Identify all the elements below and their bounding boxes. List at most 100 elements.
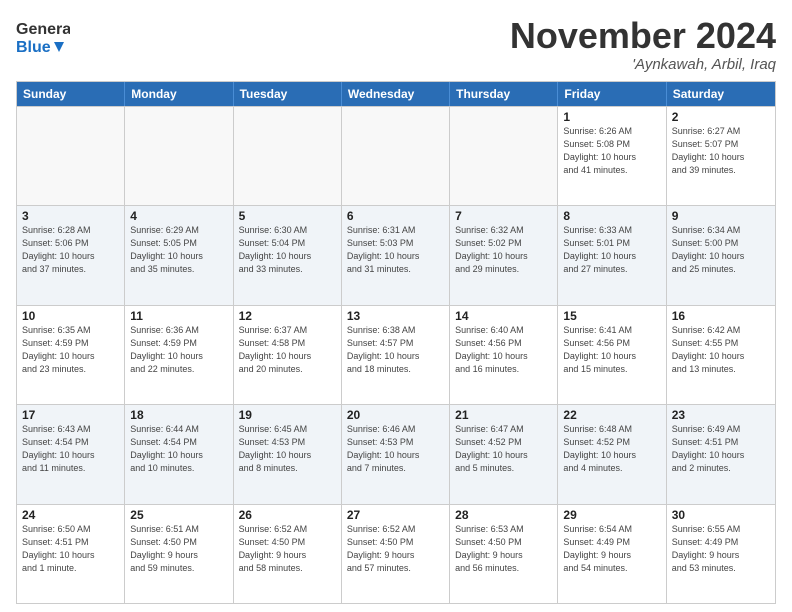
day-number: 2 (672, 110, 770, 124)
day-number: 24 (22, 508, 119, 522)
day-info: Sunrise: 6:53 AM Sunset: 4:50 PM Dayligh… (455, 523, 552, 575)
day-info: Sunrise: 6:29 AM Sunset: 5:05 PM Dayligh… (130, 224, 227, 276)
day-number: 29 (563, 508, 660, 522)
location: 'Aynkawah, Arbil, Iraq (510, 56, 776, 73)
day-info: Sunrise: 6:40 AM Sunset: 4:56 PM Dayligh… (455, 324, 552, 376)
table-row: 12Sunrise: 6:37 AM Sunset: 4:58 PM Dayli… (234, 306, 342, 404)
svg-text:General: General (16, 21, 70, 38)
day-number: 26 (239, 508, 336, 522)
day-number: 10 (22, 309, 119, 323)
header-thursday: Thursday (450, 82, 558, 106)
table-row (342, 107, 450, 205)
header-friday: Friday (558, 82, 666, 106)
day-info: Sunrise: 6:34 AM Sunset: 5:00 PM Dayligh… (672, 224, 770, 276)
table-row: 7Sunrise: 6:32 AM Sunset: 5:02 PM Daylig… (450, 206, 558, 304)
day-info: Sunrise: 6:52 AM Sunset: 4:50 PM Dayligh… (347, 523, 444, 575)
header: General Blue November 2024 'Aynkawah, Ar… (16, 16, 776, 73)
day-number: 28 (455, 508, 552, 522)
table-row: 19Sunrise: 6:45 AM Sunset: 4:53 PM Dayli… (234, 405, 342, 503)
day-info: Sunrise: 6:55 AM Sunset: 4:49 PM Dayligh… (672, 523, 770, 575)
table-row: 3Sunrise: 6:28 AM Sunset: 5:06 PM Daylig… (17, 206, 125, 304)
table-row: 9Sunrise: 6:34 AM Sunset: 5:00 PM Daylig… (667, 206, 775, 304)
table-row: 15Sunrise: 6:41 AM Sunset: 4:56 PM Dayli… (558, 306, 666, 404)
day-number: 22 (563, 408, 660, 422)
table-row: 25Sunrise: 6:51 AM Sunset: 4:50 PM Dayli… (125, 505, 233, 603)
day-info: Sunrise: 6:46 AM Sunset: 4:53 PM Dayligh… (347, 423, 444, 475)
calendar: Sunday Monday Tuesday Wednesday Thursday… (16, 81, 776, 604)
table-row (450, 107, 558, 205)
table-row: 22Sunrise: 6:48 AM Sunset: 4:52 PM Dayli… (558, 405, 666, 503)
table-row: 26Sunrise: 6:52 AM Sunset: 4:50 PM Dayli… (234, 505, 342, 603)
day-number: 27 (347, 508, 444, 522)
header-saturday: Saturday (667, 82, 775, 106)
day-info: Sunrise: 6:35 AM Sunset: 4:59 PM Dayligh… (22, 324, 119, 376)
logo: General Blue (16, 16, 70, 60)
table-row: 1Sunrise: 6:26 AM Sunset: 5:08 PM Daylig… (558, 107, 666, 205)
title-block: November 2024 'Aynkawah, Arbil, Iraq (510, 16, 776, 73)
cal-row-3: 10Sunrise: 6:35 AM Sunset: 4:59 PM Dayli… (17, 305, 775, 404)
table-row: 5Sunrise: 6:30 AM Sunset: 5:04 PM Daylig… (234, 206, 342, 304)
day-number: 17 (22, 408, 119, 422)
header-monday: Monday (125, 82, 233, 106)
table-row (234, 107, 342, 205)
day-info: Sunrise: 6:32 AM Sunset: 5:02 PM Dayligh… (455, 224, 552, 276)
table-row: 21Sunrise: 6:47 AM Sunset: 4:52 PM Dayli… (450, 405, 558, 503)
day-info: Sunrise: 6:27 AM Sunset: 5:07 PM Dayligh… (672, 125, 770, 177)
day-info: Sunrise: 6:36 AM Sunset: 4:59 PM Dayligh… (130, 324, 227, 376)
day-info: Sunrise: 6:42 AM Sunset: 4:55 PM Dayligh… (672, 324, 770, 376)
cal-row-1: 1Sunrise: 6:26 AM Sunset: 5:08 PM Daylig… (17, 106, 775, 205)
day-number: 12 (239, 309, 336, 323)
table-row (125, 107, 233, 205)
header-tuesday: Tuesday (234, 82, 342, 106)
cal-row-4: 17Sunrise: 6:43 AM Sunset: 4:54 PM Dayli… (17, 404, 775, 503)
day-number: 14 (455, 309, 552, 323)
day-info: Sunrise: 6:47 AM Sunset: 4:52 PM Dayligh… (455, 423, 552, 475)
day-number: 15 (563, 309, 660, 323)
day-info: Sunrise: 6:48 AM Sunset: 4:52 PM Dayligh… (563, 423, 660, 475)
header-sunday: Sunday (17, 82, 125, 106)
day-info: Sunrise: 6:49 AM Sunset: 4:51 PM Dayligh… (672, 423, 770, 475)
day-number: 18 (130, 408, 227, 422)
day-number: 4 (130, 209, 227, 223)
day-number: 19 (239, 408, 336, 422)
header-wednesday: Wednesday (342, 82, 450, 106)
day-info: Sunrise: 6:33 AM Sunset: 5:01 PM Dayligh… (563, 224, 660, 276)
day-info: Sunrise: 6:30 AM Sunset: 5:04 PM Dayligh… (239, 224, 336, 276)
day-number: 13 (347, 309, 444, 323)
calendar-body: 1Sunrise: 6:26 AM Sunset: 5:08 PM Daylig… (17, 106, 775, 603)
day-info: Sunrise: 6:44 AM Sunset: 4:54 PM Dayligh… (130, 423, 227, 475)
table-row: 16Sunrise: 6:42 AM Sunset: 4:55 PM Dayli… (667, 306, 775, 404)
table-row: 20Sunrise: 6:46 AM Sunset: 4:53 PM Dayli… (342, 405, 450, 503)
table-row: 11Sunrise: 6:36 AM Sunset: 4:59 PM Dayli… (125, 306, 233, 404)
cal-row-2: 3Sunrise: 6:28 AM Sunset: 5:06 PM Daylig… (17, 205, 775, 304)
table-row: 13Sunrise: 6:38 AM Sunset: 4:57 PM Dayli… (342, 306, 450, 404)
cal-row-5: 24Sunrise: 6:50 AM Sunset: 4:51 PM Dayli… (17, 504, 775, 603)
page: General Blue November 2024 'Aynkawah, Ar… (0, 0, 792, 612)
day-info: Sunrise: 6:28 AM Sunset: 5:06 PM Dayligh… (22, 224, 119, 276)
day-number: 3 (22, 209, 119, 223)
table-row: 28Sunrise: 6:53 AM Sunset: 4:50 PM Dayli… (450, 505, 558, 603)
table-row: 18Sunrise: 6:44 AM Sunset: 4:54 PM Dayli… (125, 405, 233, 503)
table-row: 14Sunrise: 6:40 AM Sunset: 4:56 PM Dayli… (450, 306, 558, 404)
day-number: 5 (239, 209, 336, 223)
day-info: Sunrise: 6:41 AM Sunset: 4:56 PM Dayligh… (563, 324, 660, 376)
table-row: 24Sunrise: 6:50 AM Sunset: 4:51 PM Dayli… (17, 505, 125, 603)
day-info: Sunrise: 6:31 AM Sunset: 5:03 PM Dayligh… (347, 224, 444, 276)
day-number: 6 (347, 209, 444, 223)
day-number: 25 (130, 508, 227, 522)
day-number: 11 (130, 309, 227, 323)
day-number: 16 (672, 309, 770, 323)
day-info: Sunrise: 6:54 AM Sunset: 4:49 PM Dayligh… (563, 523, 660, 575)
table-row: 30Sunrise: 6:55 AM Sunset: 4:49 PM Dayli… (667, 505, 775, 603)
day-info: Sunrise: 6:45 AM Sunset: 4:53 PM Dayligh… (239, 423, 336, 475)
day-number: 9 (672, 209, 770, 223)
calendar-header: Sunday Monday Tuesday Wednesday Thursday… (17, 82, 775, 106)
day-info: Sunrise: 6:50 AM Sunset: 4:51 PM Dayligh… (22, 523, 119, 575)
table-row: 17Sunrise: 6:43 AM Sunset: 4:54 PM Dayli… (17, 405, 125, 503)
day-info: Sunrise: 6:52 AM Sunset: 4:50 PM Dayligh… (239, 523, 336, 575)
day-info: Sunrise: 6:37 AM Sunset: 4:58 PM Dayligh… (239, 324, 336, 376)
day-number: 30 (672, 508, 770, 522)
table-row: 4Sunrise: 6:29 AM Sunset: 5:05 PM Daylig… (125, 206, 233, 304)
table-row: 6Sunrise: 6:31 AM Sunset: 5:03 PM Daylig… (342, 206, 450, 304)
day-number: 23 (672, 408, 770, 422)
